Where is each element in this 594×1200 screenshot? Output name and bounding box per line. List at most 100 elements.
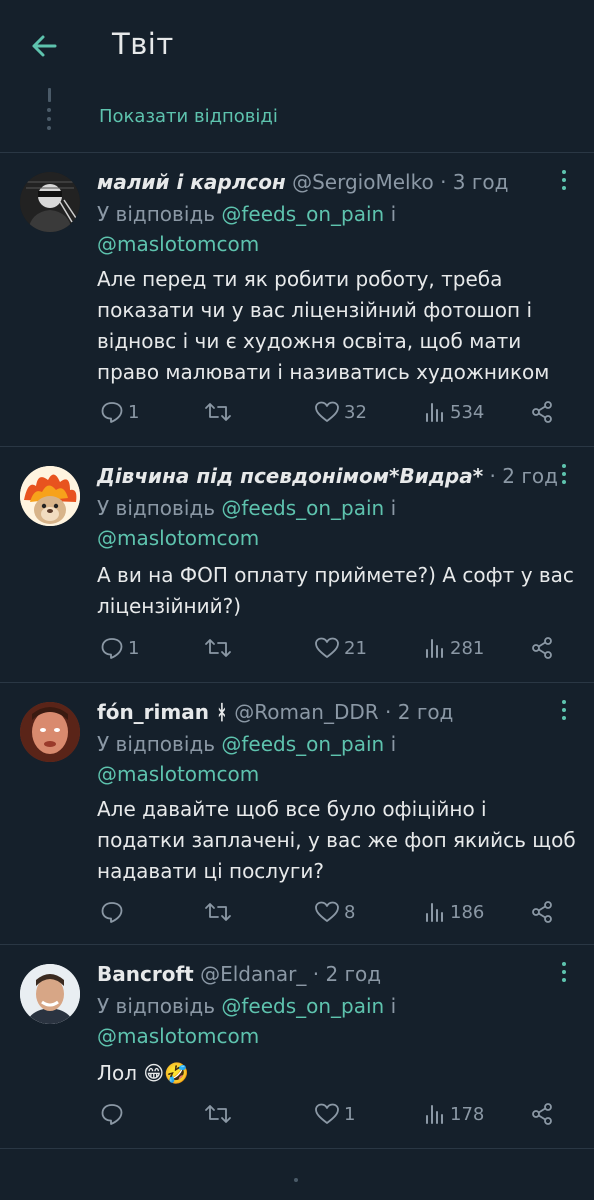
display-name[interactable]: fón_riman ᚼ (97, 700, 228, 724)
display-name[interactable]: малий і карлсон (97, 170, 286, 194)
tweet-header: Bancroft @Eldanar_ · 2 год (97, 962, 381, 986)
avatar-image (20, 466, 80, 526)
retweet-icon (205, 639, 231, 657)
user-handle[interactable]: @Roman_DDR (234, 700, 378, 724)
retweet-icon (205, 1105, 231, 1123)
heart-icon (315, 901, 339, 922)
share-button[interactable] (530, 400, 554, 424)
views-icon (426, 403, 443, 422)
reply-context-cont: @maslotomcom (97, 1024, 259, 1048)
like-button[interactable]: 32 (314, 400, 367, 424)
avatar-image (20, 702, 80, 762)
tweet-actions: 1 32 534 (0, 400, 594, 430)
tweet-actions: 8 186 (0, 900, 594, 930)
views-count: 178 (450, 1103, 485, 1125)
mention-link[interactable]: @maslotomcom (97, 232, 259, 256)
thread-connector (48, 88, 51, 102)
timestamp[interactable]: 3 год (453, 170, 509, 194)
reply-button[interactable] (100, 1102, 128, 1126)
retweet-button[interactable] (204, 1102, 236, 1126)
share-button[interactable] (530, 1102, 554, 1126)
share-icon (532, 401, 552, 423)
display-name[interactable]: Bancroft (97, 962, 194, 986)
like-count: 8 (344, 901, 356, 923)
views-count: 186 (450, 901, 485, 923)
heart-icon (315, 1103, 339, 1124)
mention-link[interactable]: @maslotomcom (97, 1024, 259, 1048)
mention-link[interactable]: @maslotomcom (97, 526, 259, 550)
reply-conjunction: і (390, 496, 397, 520)
like-button[interactable]: 1 (314, 1102, 355, 1126)
views-icon (426, 639, 443, 658)
user-handle[interactable]: @SergioMelko (292, 170, 434, 194)
tweet-actions: 1 21 281 (0, 636, 594, 666)
separator: · (440, 170, 447, 194)
avatar-image (20, 172, 80, 232)
timestamp[interactable]: 2 год (398, 700, 454, 724)
like-button[interactable]: 21 (314, 636, 367, 660)
tweet-actions: 1 178 (0, 1102, 594, 1132)
scroll-indicator (294, 1178, 298, 1182)
tweet-header: Дівчина під псевдонімом*Видра* · 2 год (97, 464, 558, 488)
views-button[interactable]: 178 (424, 1102, 484, 1126)
reply-button[interactable]: 1 (100, 400, 139, 424)
tweet[interactable]: Дівчина під псевдонімом*Видра* · 2 год У… (0, 446, 594, 682)
tweet-text: Але давайте щоб все було офіційно і пода… (97, 797, 576, 883)
retweet-icon (205, 903, 231, 921)
share-button[interactable] (530, 900, 554, 924)
tweet-header: малий і карлсон @SergioMelko · 3 год (97, 170, 508, 194)
more-vertical-icon[interactable] (560, 170, 568, 192)
avatar[interactable] (20, 172, 80, 232)
more-vertical-icon[interactable] (560, 962, 568, 984)
reply-context-cont: @maslotomcom (97, 232, 259, 256)
tweet-text: А ви на ФОП оплату приймете?) А софт у в… (97, 563, 574, 618)
more-vertical-icon[interactable] (560, 464, 568, 486)
share-button[interactable] (530, 636, 554, 660)
mention-link[interactable]: @feeds_on_pain (221, 732, 384, 756)
reply-conjunction: і (390, 202, 397, 226)
avatar[interactable] (20, 702, 80, 762)
show-replies-link[interactable]: Показати відповіді (99, 106, 278, 127)
separator: · (489, 464, 496, 488)
timestamp[interactable]: 2 год (325, 962, 381, 986)
page-title: Твіт (112, 27, 174, 61)
user-handle[interactable]: @Eldanar_ (200, 962, 306, 986)
more-vertical-icon[interactable] (560, 700, 568, 722)
views-button[interactable]: 186 (424, 900, 484, 924)
reply-context: У відповідь @feeds_on_pain і (97, 202, 396, 226)
views-button[interactable]: 281 (424, 636, 484, 660)
divider (0, 1148, 594, 1149)
like-count: 32 (344, 401, 367, 423)
reply-count: 1 (128, 401, 140, 423)
avatar[interactable] (20, 964, 80, 1024)
share-icon (532, 637, 552, 659)
display-name[interactable]: Дівчина під псевдонімом*Видра* (97, 464, 483, 488)
reply-count: 1 (128, 637, 140, 659)
retweet-button[interactable] (204, 900, 236, 924)
arrow-left-icon (32, 35, 57, 57)
mention-link[interactable]: @maslotomcom (97, 762, 259, 786)
avatar[interactable] (20, 466, 80, 526)
mention-link[interactable]: @feeds_on_pain (221, 202, 384, 226)
avatar-image (20, 964, 80, 1024)
heart-icon (315, 637, 339, 658)
mention-link[interactable]: @feeds_on_pain (221, 496, 384, 520)
tweet[interactable]: Bancroft @Eldanar_ · 2 год У відповідь @… (0, 944, 594, 1148)
reply-button[interactable]: 1 (100, 636, 139, 660)
retweet-button[interactable] (204, 636, 236, 660)
retweet-button[interactable] (204, 400, 236, 424)
thread-ellipsis-icon (47, 108, 53, 130)
separator: · (312, 962, 320, 986)
top-bar: Твіт (0, 0, 594, 92)
views-count: 281 (450, 637, 485, 659)
reply-button[interactable] (100, 900, 128, 924)
timestamp[interactable]: 2 год (502, 464, 558, 488)
like-button[interactable]: 8 (314, 900, 355, 924)
tweet[interactable]: fón_riman ᚼ @Roman_DDR · 2 год У відпові… (0, 682, 594, 944)
mention-link[interactable]: @feeds_on_pain (221, 994, 384, 1018)
tweet[interactable]: малий і карлсон @SergioMelko · 3 год У в… (0, 152, 594, 446)
reply-context-cont: @maslotomcom (97, 526, 259, 550)
views-button[interactable]: 534 (424, 400, 484, 424)
back-button[interactable] (24, 26, 64, 66)
like-count: 21 (344, 637, 367, 659)
